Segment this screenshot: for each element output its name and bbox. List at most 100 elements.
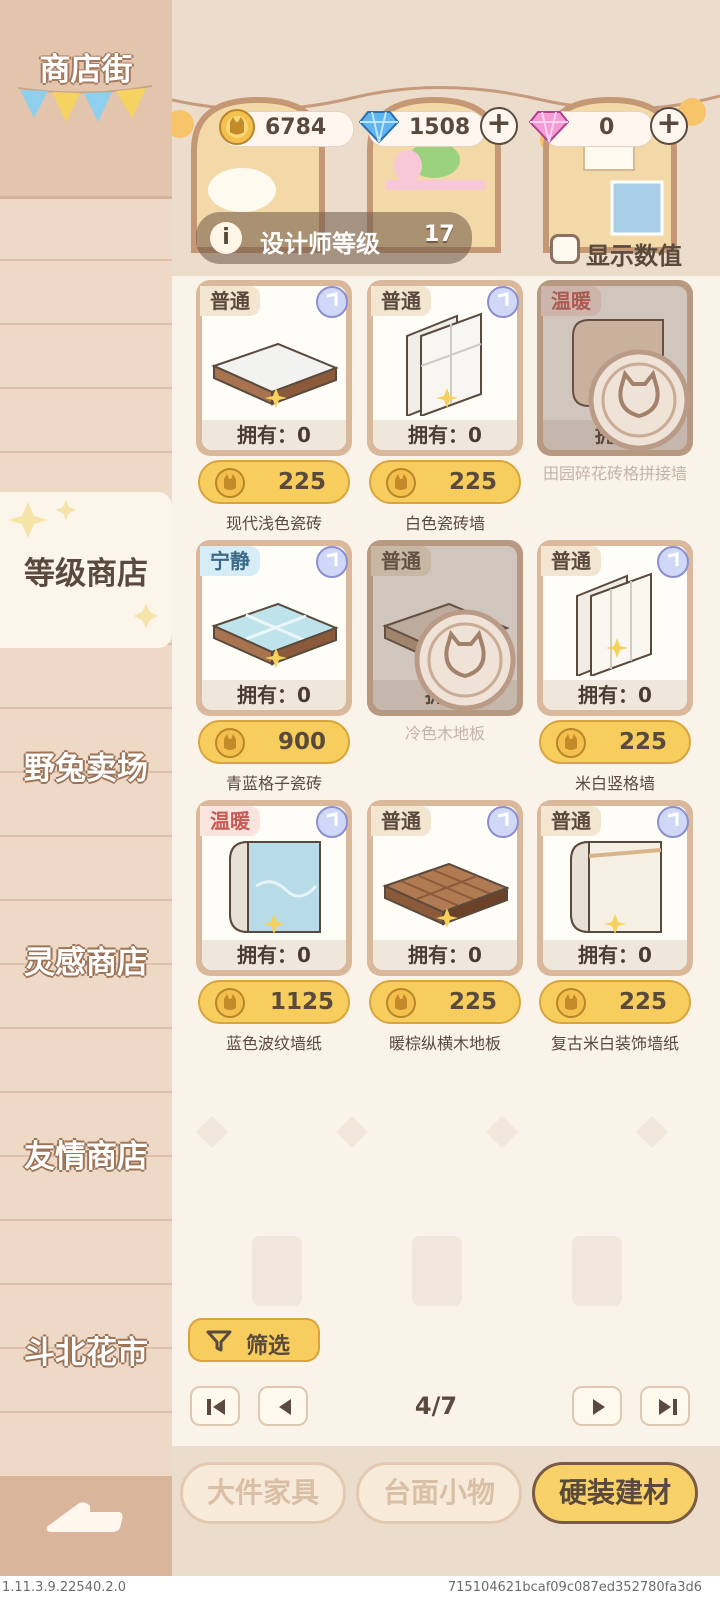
owned-count: 拥有：0 bbox=[543, 940, 687, 970]
designer-level-label: 设计师等级 bbox=[260, 230, 380, 258]
gold-coin-icon bbox=[215, 988, 245, 1018]
teal-grid-tile-icon bbox=[211, 602, 339, 668]
price-value: 225 bbox=[618, 989, 667, 1015]
diamond-icon bbox=[358, 111, 400, 144]
version-text: 1.11.3.9.22540.2.0 bbox=[2, 1580, 127, 1595]
sidebar-item-friendship-shop[interactable]: 友情商店 bbox=[0, 1088, 172, 1218]
price-button[interactable]: 225 bbox=[369, 980, 521, 1024]
pink-gem-icon bbox=[528, 111, 570, 144]
designer-level-value: 17 bbox=[424, 222, 455, 247]
product-card[interactable]: 拥有：0 普通 bbox=[537, 540, 693, 716]
first-page-button[interactable] bbox=[190, 1386, 240, 1426]
filter-button[interactable]: 筛选 bbox=[188, 1318, 320, 1362]
product-name: 白色瓷砖墙 bbox=[404, 514, 485, 533]
skip-first-icon bbox=[207, 1399, 225, 1415]
style-badge-icon bbox=[487, 806, 519, 838]
next-page-button[interactable] bbox=[572, 1386, 622, 1426]
owned-count: 拥有：0 bbox=[373, 420, 517, 450]
owned-count: 拥有：0 bbox=[543, 680, 687, 710]
owned-count: 拥有：0 bbox=[202, 680, 346, 710]
chevron-left-icon bbox=[279, 1399, 291, 1415]
show-values-checkbox[interactable] bbox=[550, 234, 580, 264]
product-name: 米白竖格墙 bbox=[574, 774, 655, 793]
sidebar-item-label: 斗北花市 bbox=[24, 1334, 148, 1371]
product-card-locked[interactable]: 拥有 温暖 bbox=[537, 280, 693, 456]
skip-last-icon bbox=[659, 1399, 677, 1415]
rabbit-seal-icon bbox=[414, 609, 516, 711]
gold-coin-icon bbox=[215, 468, 245, 498]
product-name: 蓝色波纹墙纸 bbox=[225, 1034, 322, 1053]
white-tile-wall-icon bbox=[406, 312, 482, 416]
price-value: 225 bbox=[448, 469, 497, 495]
bunting-icon bbox=[18, 85, 152, 122]
price-button[interactable]: 1125 bbox=[198, 980, 350, 1024]
style-badge-icon bbox=[487, 286, 519, 318]
product-name: 冷色木地板 bbox=[404, 724, 485, 743]
product-card[interactable]: 拥有：0 普通 bbox=[367, 280, 523, 456]
rarity-tag: 普通 bbox=[371, 286, 431, 316]
add-pink-gem-button[interactable]: + bbox=[650, 107, 688, 145]
sidebar-brick-background bbox=[0, 195, 172, 1475]
rarity-tag: 普通 bbox=[541, 806, 601, 836]
price-button[interactable]: 900 bbox=[198, 720, 350, 764]
gold-coin-icon bbox=[215, 728, 245, 758]
prev-page-button[interactable] bbox=[258, 1386, 308, 1426]
sparkle-icon bbox=[134, 604, 158, 628]
sidebar-item-label: 野兔卖场 bbox=[24, 750, 148, 787]
last-page-button[interactable] bbox=[640, 1386, 690, 1426]
vintage-beige-wallpaper-icon bbox=[570, 840, 662, 934]
gold-coin-icon bbox=[386, 468, 416, 498]
light-tile-floor-icon bbox=[211, 342, 339, 408]
price-button[interactable]: 225 bbox=[539, 980, 691, 1024]
product-name: 田园碎花砖格拼接墙 bbox=[542, 464, 687, 483]
sidebar: 商店街 等级商店 野兔卖场 灵感商店 友情商店 斗北花市 bbox=[0, 0, 172, 1600]
sidebar-item-label: 等级商店 bbox=[24, 555, 148, 592]
beige-vertical-wall-icon bbox=[576, 572, 652, 676]
add-diamond-button[interactable]: + bbox=[480, 107, 518, 145]
rabbit-seal-icon bbox=[588, 349, 690, 451]
sidebar-item-rabbit-market[interactable]: 野兔卖场 bbox=[0, 700, 172, 830]
style-badge-icon bbox=[657, 806, 689, 838]
style-badge-icon bbox=[657, 546, 689, 578]
tab-large-furniture[interactable]: 大件家具 bbox=[180, 1462, 346, 1524]
product-card[interactable]: 拥有：0 普通 bbox=[196, 280, 352, 456]
chevron-right-icon bbox=[593, 1399, 605, 1415]
designer-level-badge[interactable]: i 设计师等级 17 bbox=[196, 212, 472, 264]
blue-wave-wallpaper-icon bbox=[229, 840, 321, 934]
street-header: 商店街 bbox=[0, 0, 172, 199]
sidebar-item-label: 友情商店 bbox=[24, 1138, 148, 1175]
tab-building-materials[interactable]: 硬装建材 bbox=[532, 1462, 698, 1524]
gold-coin-icon bbox=[219, 109, 255, 145]
funnel-icon bbox=[206, 1330, 232, 1352]
product-card[interactable]: 拥有：0 温暖 bbox=[196, 800, 352, 976]
sidebar-item-flower-market[interactable]: 斗北花市 bbox=[0, 1284, 172, 1414]
sidebar-item-inspiration-shop[interactable]: 灵感商店 bbox=[0, 894, 172, 1024]
rarity-tag: 普通 bbox=[371, 806, 431, 836]
background-pattern bbox=[196, 1116, 668, 1306]
sparkle-icon bbox=[8, 500, 76, 538]
product-name: 青蓝格子瓷砖 bbox=[225, 774, 322, 793]
price-button[interactable]: 225 bbox=[198, 460, 350, 504]
gold-coin-icon bbox=[556, 728, 586, 758]
diamond-amount: 1508 bbox=[409, 115, 471, 140]
gold-coin-icon bbox=[386, 988, 416, 1018]
style-badge-icon bbox=[316, 806, 348, 838]
price-value: 900 bbox=[277, 729, 326, 755]
collapse-arrow-icon[interactable] bbox=[44, 1498, 124, 1538]
gold-coin-icon bbox=[556, 988, 586, 1018]
price-value: 225 bbox=[277, 469, 326, 495]
street-title: 商店街 bbox=[39, 52, 133, 88]
style-badge-icon bbox=[316, 546, 348, 578]
product-card[interactable]: 拥有：0 宁静 bbox=[196, 540, 352, 716]
price-button[interactable]: 225 bbox=[369, 460, 521, 504]
product-card[interactable]: 拥有：0 普通 bbox=[367, 800, 523, 976]
product-card-locked[interactable]: 拥有 普通 bbox=[367, 540, 523, 716]
rarity-tag: 温暖 bbox=[200, 806, 260, 836]
product-card[interactable]: 拥有：0 普通 bbox=[537, 800, 693, 976]
build-hash-text: 715104621bcaf09c087ed352780fa3d6 bbox=[447, 1580, 702, 1595]
price-button[interactable]: 225 bbox=[539, 720, 691, 764]
product-name: 现代浅色瓷砖 bbox=[225, 514, 322, 533]
tab-tabletop-items[interactable]: 台面小物 bbox=[356, 1462, 522, 1524]
sidebar-item-label: 灵感商店 bbox=[24, 944, 148, 981]
rarity-tag: 宁静 bbox=[200, 546, 260, 576]
